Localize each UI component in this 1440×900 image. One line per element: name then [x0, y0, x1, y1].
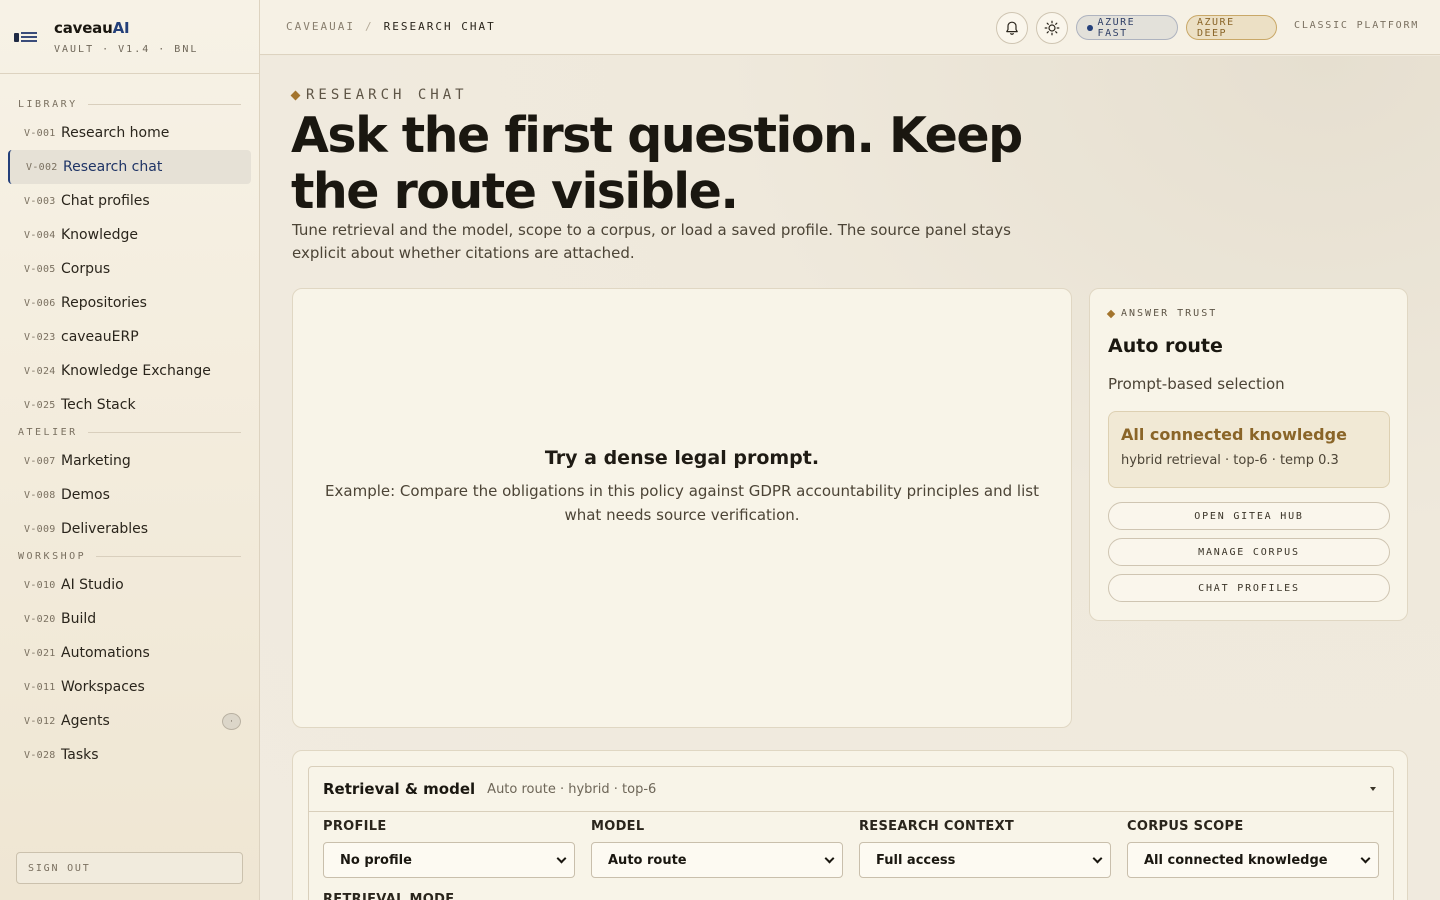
scope-detail: hybrid retrieval · top-6 · temp 0.3 — [1121, 453, 1339, 468]
chevron-down-icon — [556, 853, 567, 864]
sidebar-item-chat-profiles[interactable]: V-003 Chat profiles — [8, 184, 251, 218]
azure-deep-toggle[interactable]: AZURE DEEP — [1186, 15, 1277, 40]
chevron-down-icon — [1092, 853, 1103, 864]
sidebar-item-knowledge-exchange[interactable]: V-024 Knowledge Exchange — [8, 354, 251, 388]
sidebar-item-tasks[interactable]: V-028 Tasks — [8, 738, 251, 772]
theme-toggle-button[interactable] — [1036, 12, 1068, 44]
sidebar-item-demos[interactable]: V-008 Demos — [8, 478, 251, 512]
empty-state-title: Try a dense legal prompt. — [544, 447, 820, 469]
sign-out-button[interactable]: SIGN OUT — [16, 852, 243, 884]
empty-state-example[interactable]: Example: Compare the obligations in this… — [293, 479, 1071, 527]
sidebar-item-build[interactable]: V-020 Build — [8, 602, 251, 636]
classic-platform-link[interactable]: CLASSIC PLATFORM — [1294, 20, 1419, 31]
sidebar-item-corpus[interactable]: V-005 Corpus — [8, 252, 251, 286]
brand-logo-icon[interactable] — [14, 30, 40, 44]
bell-icon — [1006, 21, 1018, 35]
breadcrumb-root[interactable]: CAVEAUAI — [286, 20, 355, 33]
chevron-down-icon — [824, 853, 835, 864]
sun-icon — [1044, 20, 1060, 36]
research-context-select[interactable]: Full access — [859, 842, 1111, 878]
chat-empty-state: Try a dense legal prompt. Example: Compa… — [293, 447, 1071, 527]
route-title: Auto route — [1108, 335, 1223, 357]
page-description: Tune retrieval and the model, scope to a… — [292, 221, 1011, 262]
scope-title: All connected knowledge — [1121, 425, 1347, 444]
sidebar-item-workspaces[interactable]: V-011 Workspaces — [8, 670, 251, 704]
retrieval-mode-label: RETRIEVAL MODE — [323, 892, 455, 900]
brand-name[interactable]: caveauAI — [54, 19, 130, 37]
sidebar-nav: LIBRARY V-001 Research home V-002 Research… — [0, 74, 259, 772]
answer-trust-eyebrow: ANSWER TRUST — [1106, 308, 1217, 319]
research-context-field: RESEARCH CONTEXT Full access — [859, 819, 1111, 878]
sidebar-item-research-home[interactable]: V-001 Research home — [8, 116, 251, 150]
model-field: MODEL Auto route — [591, 819, 843, 878]
sidebar-item-research-chat[interactable]: V-002 Research chat — [8, 150, 251, 184]
diamond-icon — [290, 90, 301, 100]
sidebar: caveauAI VAULT · V1.4 · BNL LIBRARY V-00… — [0, 0, 260, 900]
azure-fast-toggle[interactable]: AZURE FAST — [1076, 15, 1178, 40]
route-subtitle: Prompt-based selection — [1108, 375, 1285, 393]
corpus-scope-field: CORPUS SCOPE All connected knowledge — [1127, 819, 1379, 878]
open-gitea-hub-button[interactable]: OPEN GITEA HUB — [1108, 502, 1390, 530]
sidebar-item-tech-stack[interactable]: V-025 Tech Stack — [8, 388, 251, 422]
page-eyebrow: RESEARCH CHAT — [290, 87, 468, 103]
chat-profiles-button[interactable]: CHAT PROFILES — [1108, 574, 1390, 602]
section-atelier: ATELIER — [0, 424, 259, 440]
brand-version: VAULT · V1.4 · BNL — [54, 44, 199, 55]
page-title: Ask the first question. Keep the route v… — [291, 107, 1023, 220]
breadcrumb-current: RESEARCH CHAT — [383, 20, 496, 33]
model-select[interactable]: Auto route — [591, 842, 843, 878]
sidebar-item-marketing[interactable]: V-007 Marketing — [8, 444, 251, 478]
brand-header: caveauAI VAULT · V1.4 · BNL — [0, 0, 259, 74]
sidebar-item-ai-studio[interactable]: V-010 AI Studio — [8, 568, 251, 602]
sidebar-item-automations[interactable]: V-021 Automations — [8, 636, 251, 670]
notifications-button[interactable] — [996, 12, 1028, 44]
section-workshop: WORKSHOP — [0, 548, 259, 564]
sidebar-item-caveauerp[interactable]: V-023 caveauERP — [8, 320, 251, 354]
agents-status-badge: · — [222, 713, 241, 730]
diamond-icon — [1106, 309, 1116, 318]
active-dot-icon — [1087, 24, 1093, 31]
top-bar: CAVEAUAI / RESEARCH CHAT AZURE FAST AZURE … — [260, 0, 1440, 55]
sidebar-item-deliverables[interactable]: V-009 Deliverables — [8, 512, 251, 546]
retrieval-model-header[interactable]: Retrieval & model Auto route · hybrid · … — [309, 767, 1393, 812]
retrieval-title: Retrieval & model — [323, 780, 476, 798]
sidebar-item-agents[interactable]: V-012 Agents · — [8, 704, 251, 738]
breadcrumb: CAVEAUAI / RESEARCH CHAT — [286, 20, 496, 33]
retrieval-model-accordion: Retrieval & model Auto route · hybrid · … — [308, 766, 1394, 900]
retrieval-model-panel: Retrieval & model Auto route · hybrid · … — [292, 750, 1408, 900]
profile-field: PROFILE No profile — [323, 819, 575, 878]
sidebar-item-knowledge[interactable]: V-004 Knowledge — [8, 218, 251, 252]
main-content: RESEARCH CHAT Ask the first question. Ke… — [260, 56, 1440, 900]
answer-trust-panel: ANSWER TRUST Auto route Prompt-based sel… — [1089, 288, 1408, 621]
scope-summary: All connected knowledge hybrid retrieval… — [1108, 411, 1390, 488]
chevron-down-icon — [1360, 853, 1371, 864]
manage-corpus-button[interactable]: MANAGE CORPUS — [1108, 538, 1390, 566]
profile-select[interactable]: No profile — [323, 842, 575, 878]
chat-panel: Try a dense legal prompt. Example: Compa… — [292, 288, 1072, 728]
corpus-scope-select[interactable]: All connected knowledge — [1127, 842, 1379, 878]
sidebar-item-repositories[interactable]: V-006 Repositories — [8, 286, 251, 320]
section-library: LIBRARY — [0, 96, 259, 112]
retrieval-summary: Auto route · hybrid · top-6 — [487, 781, 657, 797]
caret-down-icon[interactable] — [1370, 787, 1376, 791]
